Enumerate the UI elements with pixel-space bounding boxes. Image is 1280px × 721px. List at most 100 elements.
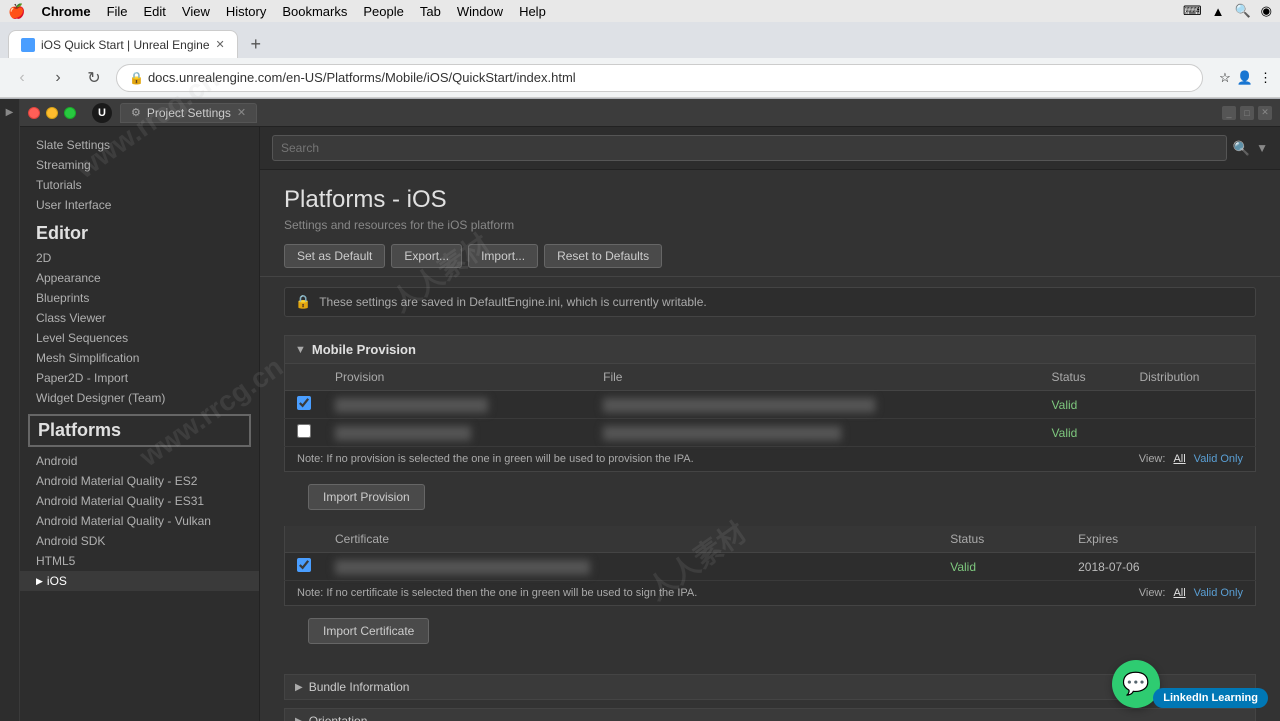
menu-window[interactable]: Window [457,4,503,19]
menu-tab[interactable]: Tab [420,4,441,19]
import-button[interactable]: Import... [468,244,538,268]
cert-view-valid-only-link[interactable]: Valid Only [1194,587,1243,599]
collapse-arrow-orientation: ▶ [295,716,303,721]
search-input[interactable] [272,135,1227,161]
nav-html5[interactable]: HTML5 [20,551,259,571]
provision-checkbox-1[interactable] [297,396,311,410]
sidebar-toggle[interactable]: ▶ [0,99,20,721]
mobile-provision-section: ▼ Mobile Provision Provision File Status… [284,335,1256,660]
status-valid-2: Valid [1052,426,1078,440]
nav-tutorials[interactable]: Tutorials [20,175,259,195]
linkedin-badge[interactable]: LinkedIn Learning [1153,688,1268,708]
menu-edit[interactable]: Edit [144,4,166,19]
cert-status-1: Valid [938,553,1066,581]
menu-people[interactable]: People [363,4,403,19]
more-options-icon[interactable]: ⋮ [1259,70,1272,86]
maximize-window-button[interactable] [64,107,76,119]
minimize-window-button[interactable] [46,107,58,119]
nav-user-interface[interactable]: User Interface [20,195,259,215]
menu-file[interactable]: File [107,4,128,19]
cert-checkbox-cell-1[interactable] [285,553,324,581]
col-distribution: Distribution [1127,364,1255,391]
col-provision: Provision [323,364,591,391]
provision-table: Provision File Status Distribution [284,364,1256,447]
search-menubar-icon[interactable]: 🔍 [1234,3,1250,19]
back-button[interactable]: ‹ [8,64,36,92]
nav-class-viewer[interactable]: Class Viewer [20,308,259,328]
browser-chrome: iOS Quick Start | Unreal Engine ✕ + ‹ › … [0,22,1280,99]
nav-streaming[interactable]: Streaming [20,155,259,175]
new-tab-button[interactable]: + [242,30,270,58]
nav-slate-settings[interactable]: Slate Settings [20,135,259,155]
minimize-btn[interactable]: _ [1222,106,1236,120]
orientation-header[interactable]: ▶ Orientation [285,709,1255,721]
menu-help[interactable]: Help [519,4,546,19]
user-avatar[interactable]: 👤 [1237,70,1253,86]
view-valid-only-link[interactable]: Valid Only [1194,453,1243,465]
menu-chrome[interactable]: Chrome [41,4,90,19]
import-certificate-button[interactable]: Import Certificate [308,618,429,644]
blurred-cert-1: ██████████████████████████████ [335,560,590,574]
checkbox-cell-1[interactable] [285,391,324,419]
toggle-icon: ▶ [6,107,14,118]
collapse-arrow-bundle: ▶ [295,682,303,693]
nav-blueprints[interactable]: Blueprints [20,288,259,308]
cert-checkbox-1[interactable] [297,558,311,572]
page-subtitle: Settings and resources for the iOS platf… [284,218,1256,232]
nav-2d[interactable]: 2D [20,248,259,268]
view-all-link[interactable]: All [1173,453,1185,465]
cert-note-text: Note: If no certificate is selected then… [297,587,697,599]
url-text: docs.unrealengine.com/en-US/Platforms/Mo… [148,70,576,85]
import-provision-button[interactable]: Import Provision [308,484,425,510]
title-tab[interactable]: ⚙ Project Settings ✕ [120,103,257,123]
menu-bookmarks[interactable]: Bookmarks [282,4,347,19]
view-label: View: [1139,453,1166,465]
search-options-icon[interactable]: ▼ [1256,141,1268,155]
header-actions: Set as Default Export... Import... Reset… [284,244,1256,268]
import-certificate-container: Import Certificate [296,610,1244,652]
nav-appearance[interactable]: Appearance [20,268,259,288]
provision-dist-2 [1127,419,1255,447]
blurred-file-2: ████████████████████████████ [603,426,841,440]
nav-android-vulkan[interactable]: Android Material Quality - Vulkan [20,511,259,531]
cert-view-links: View: All Valid Only [1139,587,1243,599]
menu-history[interactable]: History [226,4,266,19]
close-window-button[interactable] [28,107,40,119]
restore-btn[interactable]: □ [1240,106,1254,120]
forward-button[interactable]: › [44,64,72,92]
bookmark-icon[interactable]: ☆ [1219,70,1231,86]
set-default-button[interactable]: Set as Default [284,244,385,268]
reload-button[interactable]: ↻ [80,64,108,92]
orientation-section: ▶ Orientation [284,708,1256,721]
window-controls: _ □ ✕ [1222,106,1272,120]
checkbox-cell-2[interactable] [285,419,324,447]
tab-close-button[interactable]: ✕ [216,38,225,51]
mobile-provision-header[interactable]: ▼ Mobile Provision [284,335,1256,364]
nav-paper2d-import[interactable]: Paper2D - Import [20,368,259,388]
reset-defaults-button[interactable]: Reset to Defaults [544,244,662,268]
cert-name-1: ██████████████████████████████ [323,553,938,581]
tab-close-icon[interactable]: ✕ [237,106,246,119]
col-status: Status [1040,364,1128,391]
cert-row: ██████████████████████████████ Valid 201… [285,553,1256,581]
browser-tab[interactable]: iOS Quick Start | Unreal Engine ✕ [8,30,238,58]
nav-android-sdk[interactable]: Android SDK [20,531,259,551]
siri-icon[interactable]: ◉ [1261,3,1272,19]
nav-ios[interactable]: ▶ iOS [20,571,259,591]
nav-android-es31[interactable]: Android Material Quality - ES31 [20,491,259,511]
export-button[interactable]: Export... [391,244,462,268]
tab-title: iOS Quick Start | Unreal Engine [41,38,210,52]
menu-view[interactable]: View [182,4,210,19]
window-traffic-lights [28,107,76,119]
provision-checkbox-2[interactable] [297,424,311,438]
url-bar[interactable]: 🔒 docs.unrealengine.com/en-US/Platforms/… [116,64,1203,92]
nav-mesh-simplification[interactable]: Mesh Simplification [20,348,259,368]
bundle-information-header[interactable]: ▶ Bundle Information [285,675,1255,699]
close-btn[interactable]: ✕ [1258,106,1272,120]
cert-view-all-link[interactable]: All [1173,587,1185,599]
lock-icon: 🔒 [129,71,144,85]
nav-level-sequences[interactable]: Level Sequences [20,328,259,348]
nav-widget-designer[interactable]: Widget Designer (Team) [20,388,259,408]
nav-android-es2[interactable]: Android Material Quality - ES2 [20,471,259,491]
nav-android[interactable]: Android [20,451,259,471]
